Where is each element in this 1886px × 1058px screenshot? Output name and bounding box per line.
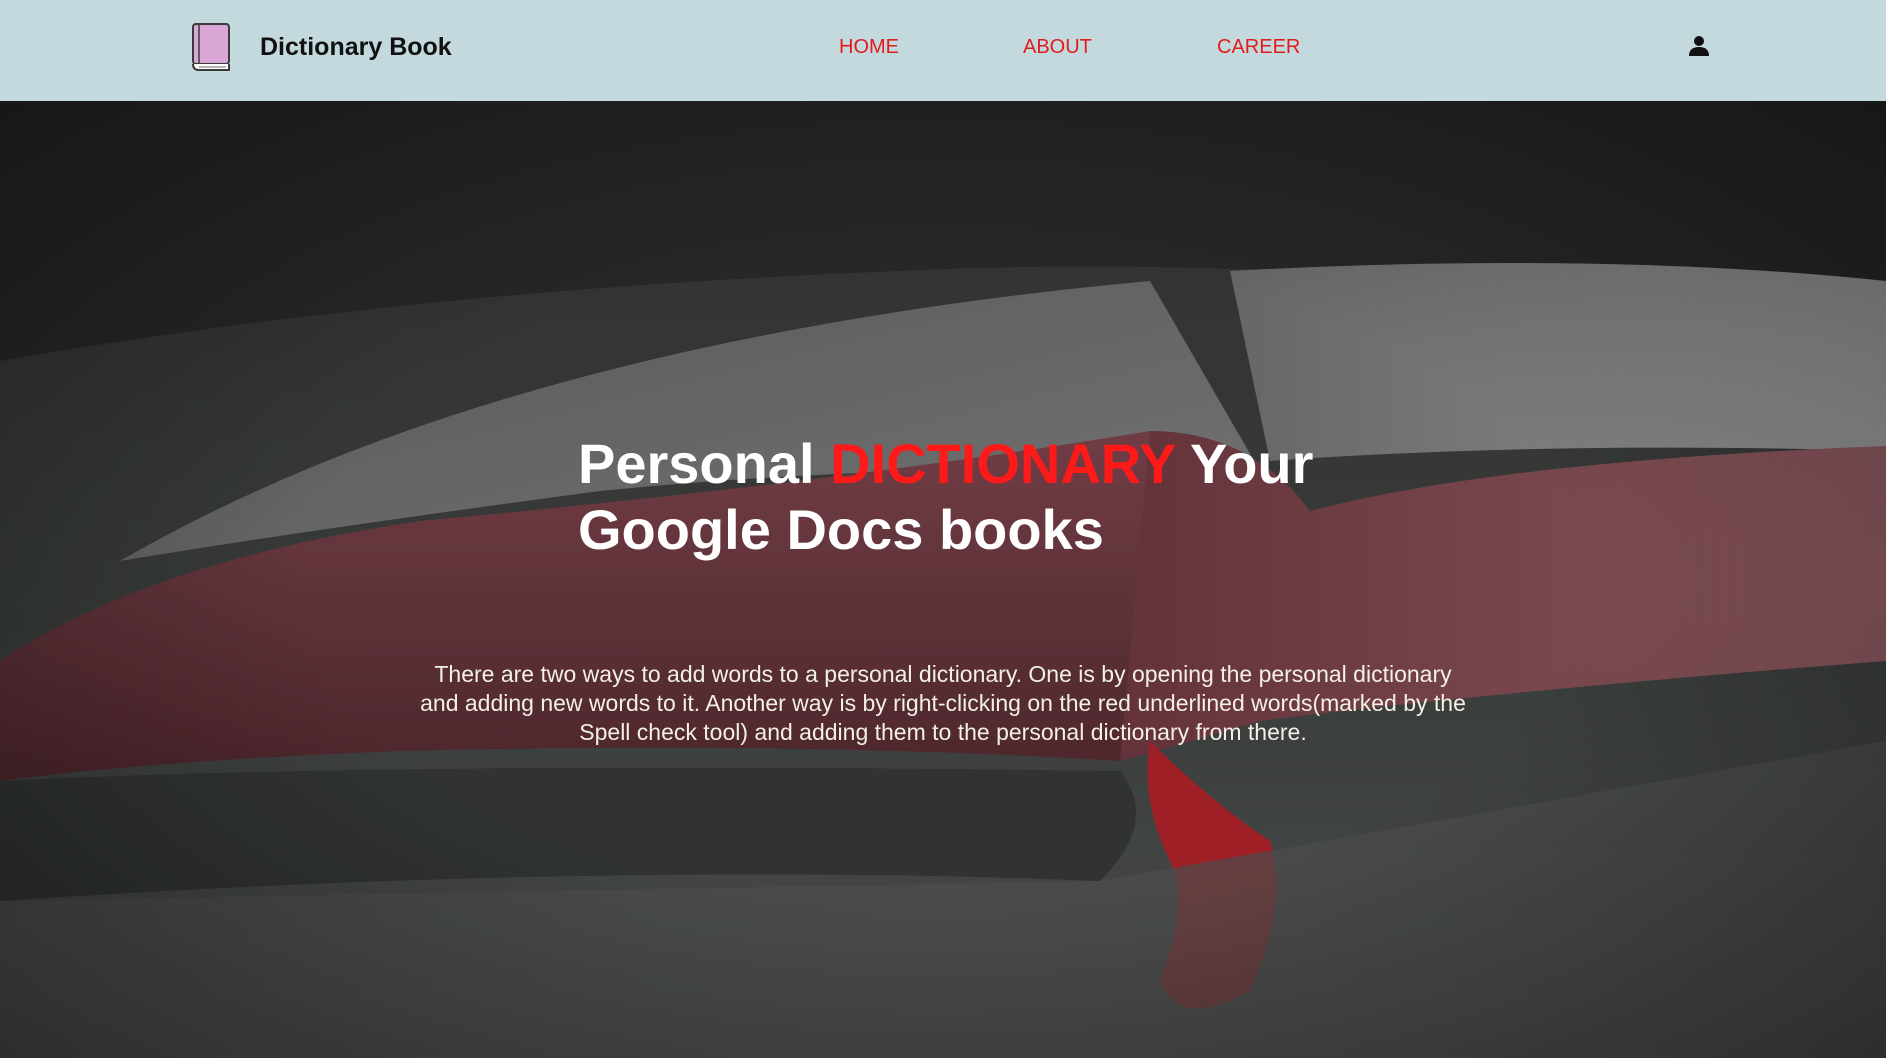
hero-description: There are two ways to add words to a per… [420,661,1466,745]
hero-section: Personal DICTIONARY Your Google Docs boo… [0,101,1886,1058]
nav-link-career[interactable]: CAREER [1217,34,1300,60]
main-nav: HOME ABOUT CAREER [0,34,1886,64]
user-icon[interactable] [1688,35,1710,57]
hero-title: Personal DICTIONARY Your Google Docs boo… [578,431,1398,563]
hero-title-accent: DICTIONARY [830,432,1176,495]
hero-background-image [0,101,1886,1058]
hero-title-part1: Personal [578,432,831,495]
top-navbar: Dictionary Book HOME ABOUT CAREER [0,0,1886,101]
nav-link-about[interactable]: ABOUT [1023,34,1092,60]
nav-link-home[interactable]: HOME [839,34,899,60]
